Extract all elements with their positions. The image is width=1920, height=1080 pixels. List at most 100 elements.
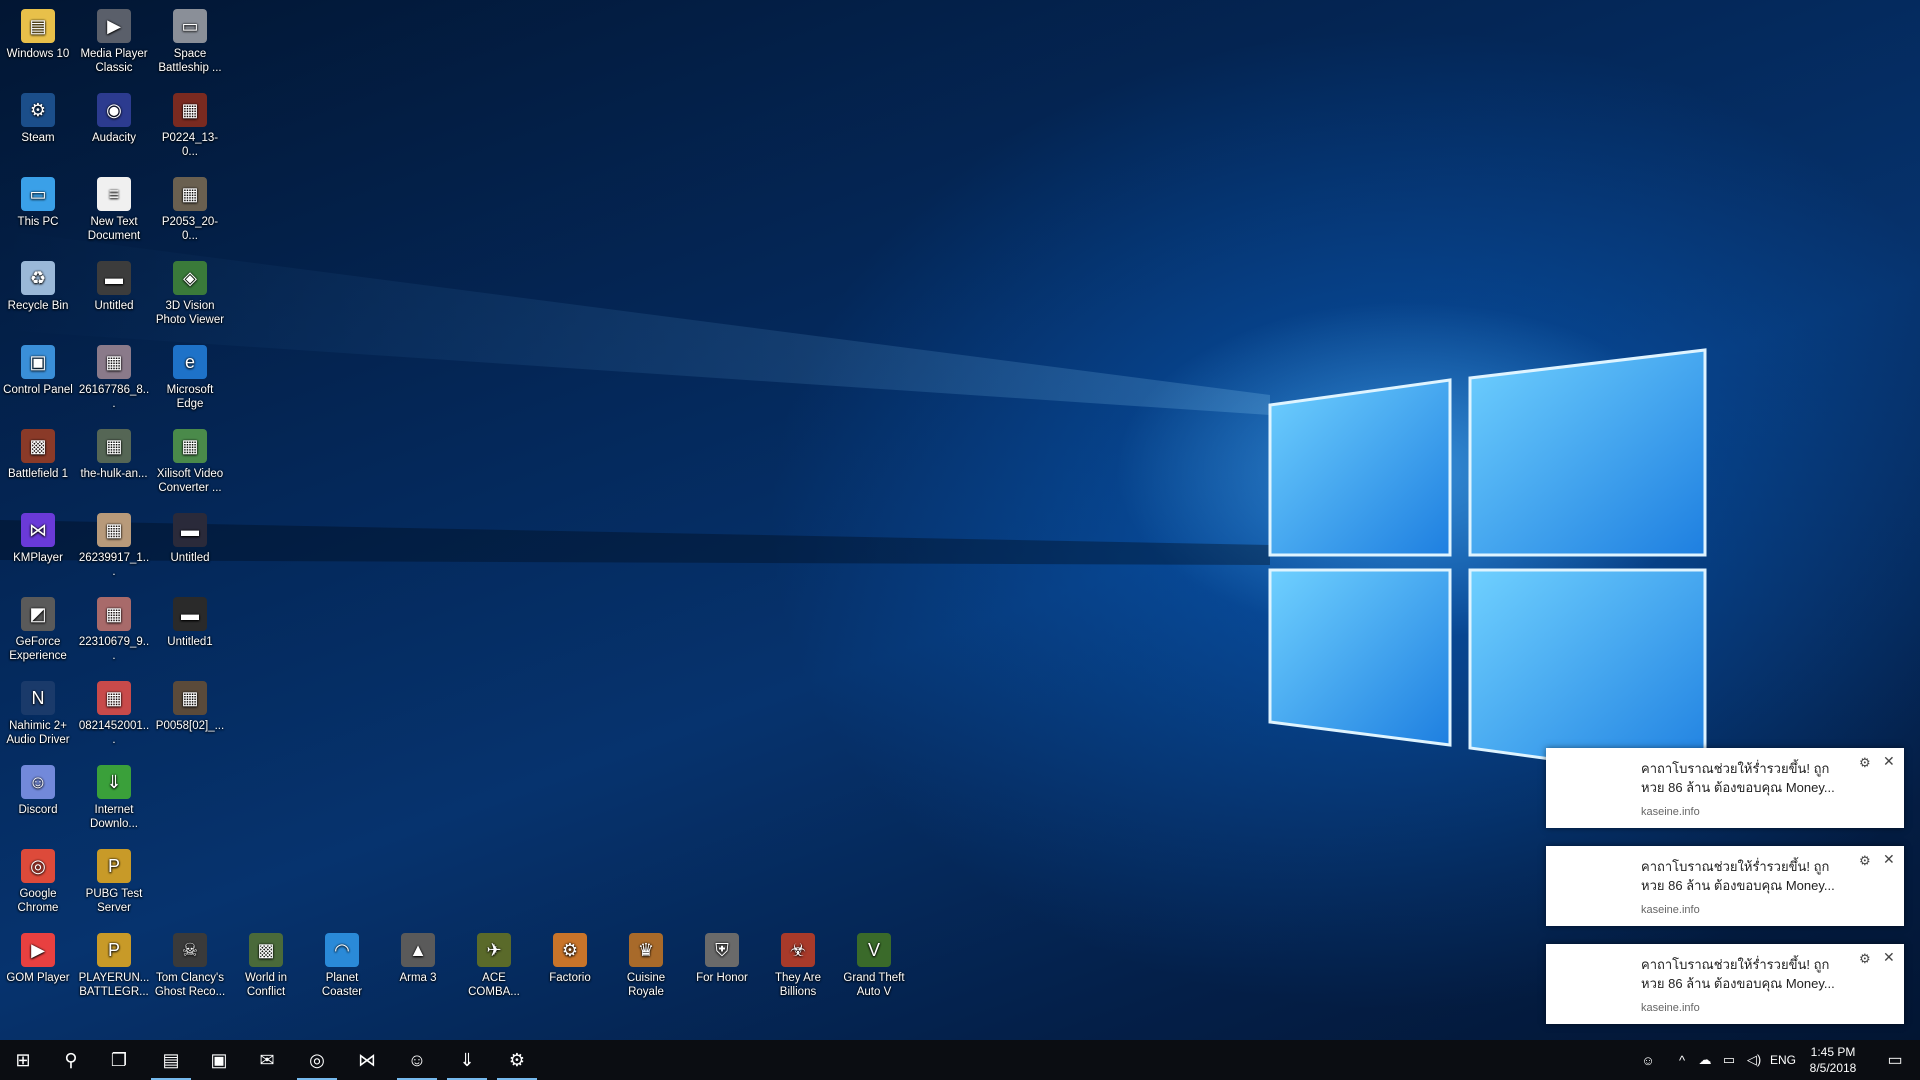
desktop-icon[interactable]: ⛨ For Honor xyxy=(684,928,760,1008)
desktop-icon[interactable]: ▭ This PC xyxy=(0,172,76,252)
desktop-icon-label: the-hulk-an... xyxy=(80,468,148,480)
game-shortcut-icon: ▭ xyxy=(173,9,207,43)
gta-icon: V xyxy=(857,933,891,967)
language-indicator[interactable]: ENG xyxy=(1768,1040,1798,1080)
close-icon[interactable]: ✕ xyxy=(1883,753,1895,770)
desktop-icon-label: ACE COMBA... xyxy=(468,972,520,998)
desktop-icon[interactable]: ⇓ Internet Downlo... xyxy=(76,760,152,840)
desktop-icon[interactable]: ▦ P0058[02]_... xyxy=(152,676,228,756)
idm-button[interactable]: ⇓ xyxy=(444,1040,490,1080)
settings-gear-icon[interactable]: ⚙ xyxy=(1859,755,1871,771)
desktop-icon[interactable]: ✈ ACE COMBA... xyxy=(456,928,532,1008)
action-center-icon[interactable]: ▭ xyxy=(1876,1040,1914,1080)
desktop-icon[interactable]: ▦ 0821452001... xyxy=(76,676,152,756)
clock[interactable]: 1:45 PM 8/5/2018 xyxy=(1796,1044,1870,1076)
people-icon[interactable]: ☺ xyxy=(1636,1040,1660,1080)
desktop-icon[interactable]: ☠ Tom Clancy's Ghost Reco... xyxy=(152,928,228,1008)
desktop-icon[interactable]: ◎ Google Chrome xyxy=(0,844,76,924)
desktop-icon-label: Media Player Classic xyxy=(80,48,148,74)
desktop-icon[interactable]: ▦ 22310679_9... xyxy=(76,592,152,672)
desktop-icon[interactable]: P PLAYERUN... BATTLEGR... xyxy=(76,928,152,1008)
notification-toast[interactable]: คาถาโบราณช่วยให้ร่ำรวยขึ้น! ถูกหวย 86 ล้… xyxy=(1546,748,1904,828)
clock-time: 1:45 PM xyxy=(1810,1045,1856,1059)
start-button[interactable]: ⊞ xyxy=(0,1040,46,1080)
pubg-icon: P xyxy=(97,933,131,967)
desktop-icon[interactable]: ◈ 3D Vision Photo Viewer xyxy=(152,256,228,336)
desktop-icon[interactable]: ▦ 26167786_8... xyxy=(76,340,152,420)
desktop-icon-label: Untitled xyxy=(170,552,210,564)
desktop-icon[interactable]: ☺ Discord xyxy=(0,760,76,840)
desktop-icon[interactable]: ⋈ KMPlayer xyxy=(0,508,76,588)
desktop-icon[interactable]: ♻ Recycle Bin xyxy=(0,256,76,336)
notification-toast[interactable]: คาถาโบราณช่วยให้ร่ำรวยขึ้น! ถูกหวย 86 ล้… xyxy=(1546,846,1904,926)
game-shortcut-icon: ☣ xyxy=(781,933,815,967)
desktop-icon[interactable]: ▩ World in Conflict xyxy=(228,928,304,1008)
desktop-icon[interactable]: e Microsoft Edge xyxy=(152,340,228,420)
desktop-icon[interactable]: ≡ New Text Document xyxy=(76,172,152,252)
desktop-icon[interactable]: ◠ Planet Coaster xyxy=(304,928,380,1008)
steam-button[interactable]: ⚙ xyxy=(494,1040,540,1080)
idm-icon: ⇓ xyxy=(97,765,131,799)
desktop-icon[interactable]: ▬ Untitled xyxy=(76,256,152,336)
desktop-icon[interactable]: N Nahimic 2+ Audio Driver xyxy=(0,676,76,756)
volume-icon[interactable]: ◁) xyxy=(1742,1040,1766,1080)
desktop-icon[interactable]: ☣ They Are Billions xyxy=(760,928,836,1008)
desktop-icon[interactable]: ▩ Battlefield 1 xyxy=(0,424,76,504)
desktop-icon[interactable]: ▦ P0224_13-0... xyxy=(152,88,228,168)
desktop-icon[interactable]: ▦ P2053_20-0... xyxy=(152,172,228,252)
desktop-icon[interactable]: ⚙ Factorio xyxy=(532,928,608,1008)
desktop-icon[interactable]: ▦ 26239917_1... xyxy=(76,508,152,588)
desktop-icon-label: Planet Coaster xyxy=(321,972,363,998)
desktop-icon[interactable]: P PUBG Test Server xyxy=(76,844,152,924)
desktop-icon[interactable]: ▬ Untitled1 xyxy=(152,592,228,672)
desktop-icon[interactable]: V Grand Theft Auto V xyxy=(836,928,912,1008)
mail-button[interactable]: ✉ xyxy=(244,1040,290,1080)
file-explorer-button[interactable]: ▤ xyxy=(148,1040,194,1080)
desktop-icon[interactable]: ▤ Windows 10 xyxy=(0,4,76,84)
store-button[interactable]: ▣ xyxy=(196,1040,242,1080)
chrome-icon: ◎ xyxy=(309,1049,325,1070)
notification-toast[interactable]: คาถาโบราณช่วยให้ร่ำรวยขึ้น! ถูกหวย 86 ล้… xyxy=(1546,944,1904,1024)
desktop-icon-label: Xilisoft Video Converter ... xyxy=(156,468,224,494)
desktop-icon[interactable]: ▣ Control Panel xyxy=(0,340,76,420)
chrome-icon: ◎ xyxy=(21,849,55,883)
desktop-icon[interactable]: ⚙ Steam xyxy=(0,88,76,168)
settings-gear-icon[interactable]: ⚙ xyxy=(1859,853,1871,869)
desktop-icon[interactable]: ▬ Untitled xyxy=(152,508,228,588)
close-icon[interactable]: ✕ xyxy=(1883,949,1895,966)
network-icon[interactable]: ▭ xyxy=(1718,1040,1740,1080)
desktop-icon[interactable]: ▶ GOM Player xyxy=(0,928,76,1008)
kmplayer-button[interactable]: ⋈ xyxy=(344,1040,390,1080)
desktop-icon[interactable]: ▭ Space Battleship ... xyxy=(152,4,228,84)
factorio-icon: ⚙ xyxy=(553,933,587,967)
desktop-icon-label: Space Battleship ... xyxy=(158,48,222,74)
image-file-icon: ▦ xyxy=(173,177,207,211)
chrome-button[interactable]: ◎ xyxy=(294,1040,340,1080)
search-icon: ⚲ xyxy=(64,1049,78,1070)
folder-icon: ▤ xyxy=(21,9,55,43)
steam-icon: ⚙ xyxy=(508,1049,526,1070)
desktop-icon[interactable]: ◩ GeForce Experience xyxy=(0,592,76,672)
video-converter-icon: ▦ xyxy=(173,429,207,463)
onedrive-icon[interactable]: ☁ xyxy=(1694,1040,1716,1080)
video-file-icon: ▬ xyxy=(173,597,207,631)
control-panel-icon: ▣ xyxy=(21,345,55,379)
search-button[interactable]: ⚲ xyxy=(48,1040,94,1080)
desktop-icon[interactable]: ▲ Arma 3 xyxy=(380,928,456,1008)
desktop-icon[interactable]: ▦ the-hulk-an... xyxy=(76,424,152,504)
image-file-icon: ▦ xyxy=(97,681,131,715)
task-view-button[interactable]: ❐ xyxy=(96,1040,142,1080)
notification-message: คาถาโบราณช่วยให้ร่ำรวยขึ้น! ถูกหวย 86 ล้… xyxy=(1641,761,1835,795)
desktop-icon-label: P0058[02]_... xyxy=(155,720,225,732)
desktop-icon[interactable]: ♛ Cuisine Royale xyxy=(608,928,684,1008)
desktop-icon[interactable]: ◉ Audacity xyxy=(76,88,152,168)
show-hidden-icons-chevron-icon[interactable]: ^ xyxy=(1672,1040,1692,1080)
desktop-icon[interactable]: ▦ Xilisoft Video Converter ... xyxy=(152,424,228,504)
desktop-icon[interactable]: ▶ Media Player Classic xyxy=(76,4,152,84)
discord-icon: ☺ xyxy=(21,765,55,799)
settings-gear-icon[interactable]: ⚙ xyxy=(1859,951,1871,967)
discord-button[interactable]: ☺ xyxy=(394,1040,440,1080)
close-icon[interactable]: ✕ xyxy=(1883,851,1895,868)
desktop-icon-label: 26167786_8... xyxy=(78,384,150,410)
desktop-icon-label: Tom Clancy's Ghost Reco... xyxy=(154,972,226,998)
